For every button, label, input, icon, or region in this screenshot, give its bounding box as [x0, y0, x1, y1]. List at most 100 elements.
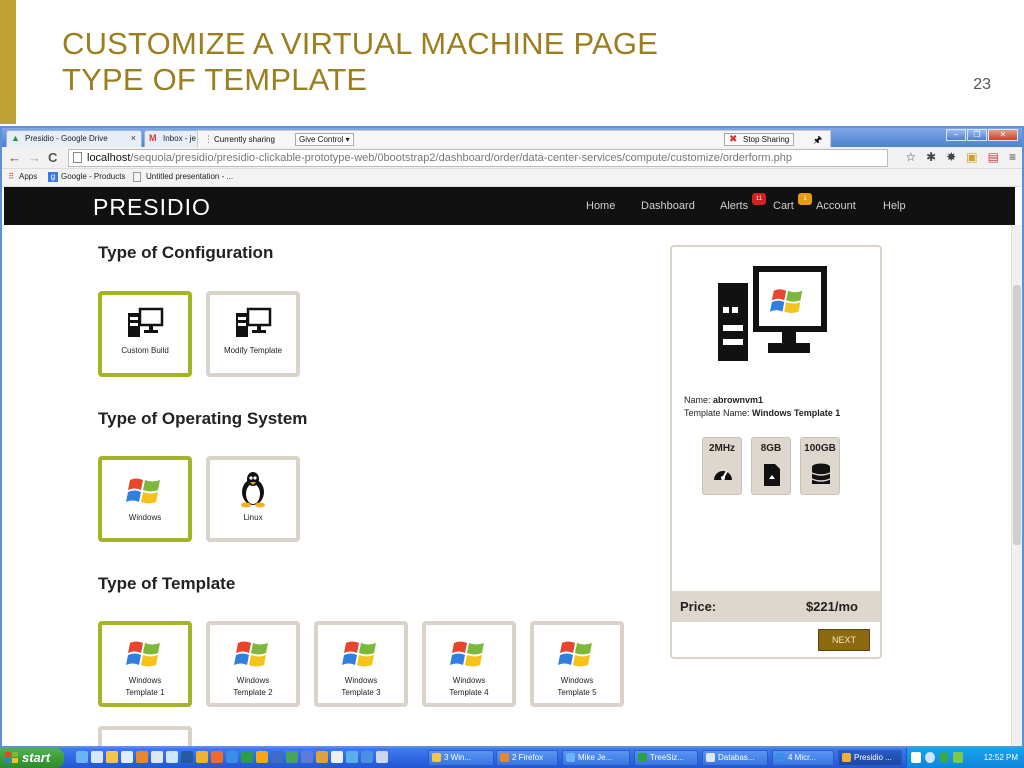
taskbar-button-ie[interactable]: Mike Je...: [562, 750, 630, 766]
nav-alerts[interactable]: Alerts: [720, 200, 748, 212]
treesize-icon: [638, 753, 647, 762]
start-button[interactable]: start: [0, 748, 64, 768]
memory-card-icon: [764, 464, 780, 486]
app-icon[interactable]: [346, 751, 358, 763]
windows-logo-icon: [558, 641, 592, 667]
network-icon[interactable]: [925, 752, 935, 763]
price-value: $221/mo: [805, 599, 858, 614]
sharing-status: Currently sharing: [214, 135, 275, 144]
gmail-icon: M: [149, 133, 157, 143]
firefox-icon[interactable]: [136, 751, 148, 763]
stop-icon: ✖: [729, 134, 738, 145]
drag-handle-icon[interactable]: ⋮: [204, 134, 213, 145]
virtual-machine-icon: [718, 266, 827, 361]
template-option-partial[interactable]: [98, 726, 192, 746]
window-controls: – ❐ ✕: [946, 129, 1018, 142]
os-option-linux[interactable]: Linux: [206, 456, 300, 542]
nav-home[interactable]: Home: [586, 200, 615, 212]
vm-name-value: abrownvm1: [713, 395, 764, 405]
bookmark-apps[interactable]: ⠿ Apps: [6, 172, 37, 181]
app-icon[interactable]: [226, 751, 238, 763]
folder-icon[interactable]: [106, 751, 118, 763]
spec-value: 100GB: [804, 443, 836, 454]
extension-icon-2[interactable]: ▣: [966, 150, 977, 164]
tab-presidio-drive[interactable]: ▲ Presidio - Google Drive ×: [6, 130, 142, 147]
app-icon[interactable]: [241, 751, 253, 763]
app-icon[interactable]: [121, 751, 133, 763]
folder-icon: [432, 753, 441, 762]
close-window-icon[interactable]: ✕: [988, 129, 1018, 141]
template-option-5[interactable]: Windows Template 5: [530, 621, 624, 707]
app-icon[interactable]: [211, 751, 223, 763]
taskbar-button-firefox[interactable]: 2 Firefox: [496, 750, 558, 766]
explorer-icon[interactable]: [91, 751, 103, 763]
nav-account[interactable]: Account: [816, 200, 856, 212]
vmware-icon[interactable]: [953, 752, 963, 763]
config-heading: Type of Configuration: [98, 243, 274, 262]
config-option-custom-build[interactable]: Custom Build: [98, 291, 192, 377]
help-icon[interactable]: [911, 752, 921, 763]
taskbar-button-database[interactable]: Databas...: [702, 750, 768, 766]
app-icon[interactable]: [151, 751, 163, 763]
os-option-windows[interactable]: Windows: [98, 456, 192, 542]
close-tab-icon[interactable]: ×: [131, 131, 136, 146]
scrollbar-thumb[interactable]: [1013, 285, 1021, 545]
maximize-icon[interactable]: ❐: [967, 129, 987, 141]
bookmark-untitled-presentation[interactable]: Untitled presentation - ...: [133, 172, 233, 182]
star-icon[interactable]: ☆: [905, 150, 916, 164]
app-icon[interactable]: [181, 751, 193, 763]
taskbar-button-treesize[interactable]: TreeSiz...: [634, 750, 698, 766]
nav-help[interactable]: Help: [883, 200, 906, 212]
template-option-4[interactable]: Windows Template 4: [422, 621, 516, 707]
template-option-2[interactable]: Windows Template 2: [206, 621, 300, 707]
app-icon[interactable]: [301, 751, 313, 763]
stop-sharing-button[interactable]: ✖ Stop Sharing: [724, 133, 795, 146]
app-navbar: PRESIDIO Home Dashboard Alerts 11 Cart 1…: [4, 187, 1015, 225]
app-icon[interactable]: [316, 751, 328, 763]
template-option-3[interactable]: Windows Template 3: [314, 621, 408, 707]
template-option-1[interactable]: Windows Template 1: [98, 621, 192, 707]
tab-inbox[interactable]: M Inbox - je: [144, 130, 200, 147]
security-icon[interactable]: [939, 752, 949, 763]
computer-icon: [128, 307, 164, 337]
template-name-row: Template Name: Windows Template 1: [684, 408, 840, 418]
spec-cpu: 2MHz: [702, 437, 742, 495]
taskbar-button-microsoft[interactable]: 4 Micr...: [772, 750, 834, 766]
nav-cart[interactable]: Cart: [773, 200, 794, 212]
taskbar-button-windows[interactable]: 3 Win...: [428, 750, 494, 766]
template-name-value: Windows Template 1: [752, 408, 841, 418]
app-icon[interactable]: [256, 751, 268, 763]
spec-storage: 100GB: [800, 437, 840, 495]
config-option-modify-template[interactable]: Modify Template: [206, 291, 300, 377]
nav-dashboard[interactable]: Dashboard: [641, 200, 695, 212]
card-label-line2: Template 3: [341, 688, 381, 697]
chrome-icon[interactable]: [196, 751, 208, 763]
extension-icon[interactable]: ✱: [926, 150, 936, 164]
app-icon[interactable]: [286, 751, 298, 763]
ie-icon[interactable]: [76, 751, 88, 763]
back-arrow-icon[interactable]: ←: [8, 150, 21, 165]
next-button[interactable]: NEXT: [818, 629, 870, 651]
database-app-icon: [706, 753, 715, 762]
bookmark-google-products[interactable]: g Google - Products: [48, 172, 125, 182]
app-icon[interactable]: [331, 751, 343, 763]
taskbar-label: 3 Win...: [444, 753, 472, 762]
page-scrollbar[interactable]: [1011, 225, 1022, 746]
tab-label: Inbox - je: [163, 134, 196, 143]
forward-arrow-icon[interactable]: →: [28, 150, 41, 165]
give-control-button[interactable]: Give Control ▾: [295, 133, 354, 146]
taskbar-button-presidio[interactable]: Presidio ...: [838, 750, 902, 766]
reload-icon[interactable]: C: [48, 150, 57, 165]
minimize-icon[interactable]: –: [946, 129, 966, 141]
app-icon[interactable]: [166, 751, 178, 763]
menu-icon[interactable]: ≡: [1009, 150, 1016, 164]
calendar-icon[interactable]: ▤: [988, 150, 999, 164]
address-bar: ← → C localhost/sequoia/presidio/presidi…: [2, 147, 1022, 169]
gear-icon[interactable]: ✸: [946, 150, 956, 164]
stop-sharing-label: Stop Sharing: [743, 135, 790, 144]
app-icon[interactable]: [376, 751, 388, 763]
presidio-logo[interactable]: PRESIDIO: [93, 194, 211, 221]
url-input[interactable]: localhost/sequoia/presidio/presidio-clic…: [68, 149, 888, 167]
app-icon[interactable]: [271, 751, 283, 763]
app-icon[interactable]: [361, 751, 373, 763]
